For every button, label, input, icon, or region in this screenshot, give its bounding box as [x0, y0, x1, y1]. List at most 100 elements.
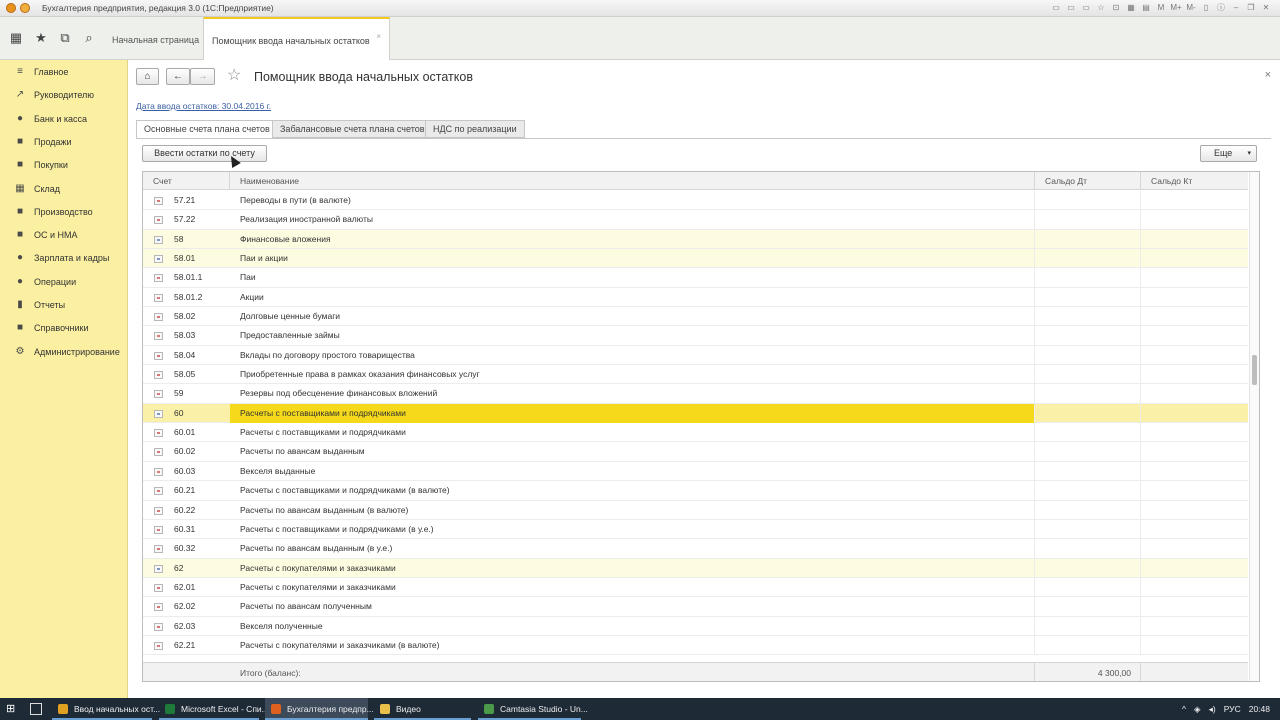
search-icon[interactable]: ⌕: [82, 31, 96, 45]
sidebar-item-7[interactable]: ■ ОС и НМА: [0, 225, 128, 245]
column-header-credit[interactable]: Сальдо Кт: [1151, 172, 1192, 190]
minimize-icon[interactable]: –: [1230, 2, 1242, 14]
table-row[interactable]: 58.01.1 Паи: [143, 268, 1248, 288]
account-icon: [154, 467, 163, 476]
table-row[interactable]: 58.01 Паи и акции: [143, 249, 1248, 269]
table-row[interactable]: 62.21 Расчеты с покупателями и заказчикам…: [143, 635, 1248, 656]
memory-m-button[interactable]: М: [1155, 2, 1167, 14]
table-row[interactable]: 62.01 Расчеты с покупателями и заказчикам…: [143, 577, 1248, 598]
table-row[interactable]: 60.22 Расчеты по авансам выданным (в валю…: [143, 500, 1248, 520]
doc-icon[interactable]: ▭: [1065, 2, 1077, 14]
sidebar-item-9[interactable]: ● Операции: [0, 272, 128, 292]
taskbar-item[interactable]: Microsoft Excel - Спи...: [159, 698, 269, 720]
table-row[interactable]: 58 Финансовые вложения: [143, 229, 1248, 250]
windows-start-icon[interactable]: ⊞: [6, 703, 18, 715]
table-row[interactable]: 57.22 Реализация иностранной валюты: [143, 210, 1248, 230]
account-icon: [154, 351, 163, 360]
restore-icon[interactable]: ❐: [1245, 2, 1257, 14]
panel-icon[interactable]: ▯: [1200, 2, 1212, 14]
table-row[interactable]: 60.32 Расчеты по авансам выданным (в у.е.…: [143, 539, 1248, 559]
link-icon[interactable]: ⊡: [1110, 2, 1122, 14]
apps-grid-icon[interactable]: ▦: [9, 31, 23, 45]
tab-home-page[interactable]: Начальная страница: [104, 17, 207, 59]
table-row[interactable]: 62 Расчеты с покупателями и заказчиками: [143, 558, 1248, 578]
app-icon: [271, 704, 281, 714]
copy-icon[interactable]: ▭: [1080, 2, 1092, 14]
language-indicator[interactable]: РУС: [1224, 698, 1241, 720]
close-window-icon[interactable]: ✕: [1260, 2, 1272, 14]
table-row[interactable]: 60 Расчеты с поставщиками и подрядчиками: [143, 403, 1248, 424]
memory-mminus-button[interactable]: М-: [1185, 2, 1197, 14]
calendar-icon[interactable]: ▤: [1140, 2, 1152, 14]
sidebar-item-2[interactable]: ● Банк и касса: [0, 109, 128, 129]
back-button[interactable]: ←: [166, 68, 190, 85]
print-icon[interactable]: ▭: [1050, 2, 1062, 14]
tab-close-icon[interactable]: ×: [376, 14, 381, 59]
enter-balances-button[interactable]: Ввести остатки по счету: [142, 145, 267, 162]
sidebar-item-10[interactable]: ▮ Отчеты: [0, 295, 128, 315]
column-header-account[interactable]: Счет: [153, 172, 172, 190]
network-icon[interactable]: ◈: [1194, 698, 1201, 720]
table-row[interactable]: 59 Резервы под обесценение финансовых вло…: [143, 384, 1248, 404]
table-row[interactable]: 62.03 Векселя полученные: [143, 616, 1248, 636]
table-row[interactable]: 60.01 Расчеты с поставщиками и подрядчика…: [143, 423, 1248, 443]
cell-name: Переводы в пути (в валюте): [240, 195, 351, 205]
clock[interactable]: 20:48: [1249, 698, 1270, 720]
forward-button[interactable]: →: [190, 68, 215, 85]
tab-vat-sales[interactable]: НДС по реализации: [425, 120, 525, 138]
info-icon[interactable]: ⓘ: [1215, 2, 1227, 14]
volume-icon[interactable]: ◂): [1209, 698, 1216, 720]
taskbar-item[interactable]: Ввод начальных ост...: [52, 698, 160, 720]
sidebar-item-5[interactable]: ▦ Склад: [0, 179, 128, 199]
table-row[interactable]: 58.04 Вклады по договору простого товарищ…: [143, 345, 1248, 366]
cell-name: Расчеты по авансам выданным (в валюте): [240, 504, 409, 515]
sidebar-item-0[interactable]: ≡ Главное: [0, 62, 128, 82]
taskbar-item[interactable]: Camtasia Studio - Un...: [478, 698, 588, 720]
sidebar-item-label: Справочники: [34, 323, 89, 334]
taskbar-item[interactable]: Видео: [374, 698, 471, 720]
form-close-icon[interactable]: ×: [1265, 69, 1271, 81]
history-icon[interactable]: ⧉: [58, 31, 72, 45]
home-button[interactable]: ⌂: [136, 68, 159, 85]
column-header-name[interactable]: Наименование: [240, 172, 299, 190]
cell-account: 62: [174, 562, 184, 573]
memory-mplus-button[interactable]: М+: [1170, 2, 1182, 14]
app-icon: [380, 704, 390, 714]
table-row[interactable]: 60.21 Расчеты с поставщиками и подрядчика…: [143, 481, 1248, 501]
tab-main-accounts[interactable]: Основные счета плана счетов: [136, 120, 278, 139]
more-button[interactable]: Еще ▾: [1200, 145, 1257, 162]
scrollbar-thumb[interactable]: [1252, 355, 1257, 385]
column-header-debit[interactable]: Сальдо Дт: [1045, 172, 1087, 190]
taskbar-item[interactable]: Бухгалтерия предпр...: [265, 698, 374, 720]
star-icon[interactable]: ★: [34, 31, 48, 45]
sidebar-item-12[interactable]: ⚙ Администрирование: [0, 342, 128, 362]
tab-offbalance-accounts[interactable]: Забалансовые счета плана счетов: [272, 120, 433, 138]
tray-chevron-icon[interactable]: ^: [1182, 698, 1186, 720]
sidebar-item-8[interactable]: ● Зарплата и кадры: [0, 248, 128, 268]
cell-name: Реализация иностранной валюты: [240, 214, 373, 225]
tab-opening-balances[interactable]: Помощник ввода начальных остатков ×: [203, 17, 390, 60]
calc-icon[interactable]: ▦: [1125, 2, 1137, 14]
table-row[interactable]: 58.05 Приобретенные права в рамках оказан…: [143, 365, 1248, 385]
sidebar-item-11[interactable]: ■ Справочники: [0, 318, 128, 338]
table-row[interactable]: 62.02 Расчеты по авансам полученным: [143, 597, 1248, 617]
sidebar-item-4[interactable]: ■ Покупки: [0, 155, 128, 175]
sidebar-item-3[interactable]: ■ Продажи: [0, 132, 128, 152]
app-menu-icon[interactable]: [20, 3, 30, 13]
table-row[interactable]: 60.03 Векселя выданные: [143, 461, 1248, 482]
table-row[interactable]: 60.31 Расчеты с поставщиками и подрядчика…: [143, 519, 1248, 540]
cart-icon: ■: [16, 159, 24, 171]
accounts-table: Счет Наименование Сальдо Дт Сальдо Кт 57…: [142, 171, 1260, 682]
table-row[interactable]: 60.02 Расчеты по авансам выданным: [143, 442, 1248, 462]
table-scrollbar[interactable]: [1249, 172, 1259, 681]
task-view-icon[interactable]: [30, 703, 42, 715]
sidebar-item-6[interactable]: ■ Производство: [0, 202, 128, 222]
table-row[interactable]: 57.21 Переводы в пути (в валюте): [143, 191, 1248, 211]
table-row[interactable]: 58.03 Предоставленные займы: [143, 326, 1248, 346]
sidebar-item-1[interactable]: ↗ Руководителю: [0, 85, 128, 105]
table-row[interactable]: 58.02 Долговые ценные бумаги: [143, 307, 1248, 327]
favorite-star-icon[interactable]: ☆: [227, 68, 241, 84]
date-link[interactable]: Дата ввода остатков: 30.04.2016 г.: [136, 101, 271, 111]
favorites-icon[interactable]: ☆: [1095, 2, 1107, 14]
table-row[interactable]: 58.01.2 Акции: [143, 287, 1248, 308]
